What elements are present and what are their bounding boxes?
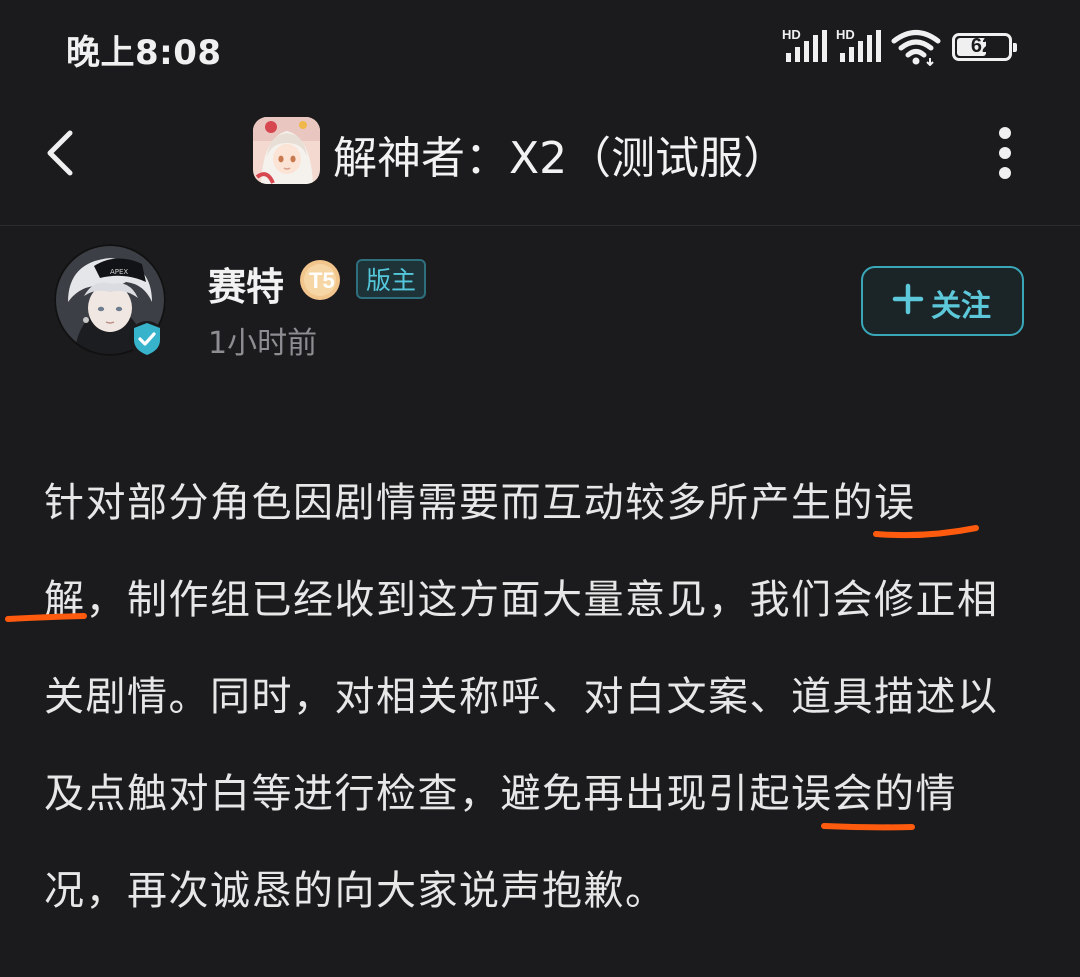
- post-line: 况，再次诚恳的向大家说声抱歉。: [44, 868, 667, 914]
- top-app-bar: 解神者：X2（测试服）: [0, 95, 1080, 226]
- follow-button[interactable]: 关注: [861, 266, 1024, 336]
- battery-level: 62: [970, 35, 994, 57]
- battery-icon: 62: [952, 33, 1017, 61]
- level-badge-icon: T5: [300, 260, 340, 300]
- post-line: 针对部分角色因剧情需要而互动较多所产生的误: [44, 480, 916, 526]
- svg-text:APEX: APEX: [110, 268, 128, 276]
- hd-label: HD: [782, 27, 801, 42]
- hd-label: HD: [836, 27, 855, 42]
- page-title: 解神者：X2（测试服）: [333, 133, 788, 184]
- verified-icon: [129, 321, 165, 357]
- status-time: 晚上8:08: [66, 33, 222, 73]
- avatar[interactable]: APEX: [54, 244, 166, 357]
- role-badge: 版主: [356, 259, 427, 299]
- chevron-left-icon[interactable]: [36, 123, 86, 183]
- signal-icon: HD: [836, 27, 882, 62]
- post-time: 1小时前: [208, 326, 318, 361]
- annotation-underline: [5, 613, 87, 622]
- signal-icon: HD: [782, 27, 828, 62]
- annotation-underline: [821, 823, 915, 831]
- game-icon[interactable]: [253, 117, 320, 184]
- plus-icon: [892, 283, 924, 315]
- annotation-underline: [873, 525, 979, 539]
- author-row: APEX 赛特 T5 版主 1小时前 关注: [0, 226, 1080, 376]
- post-line: 关剧情。同时，对相关称呼、对白文案、道具描述以: [44, 674, 999, 720]
- post-line: 解，制作组已经收到这方面大量意见，我们会修正相: [44, 577, 999, 623]
- wifi-icon: [891, 30, 941, 66]
- status-bar: 晚上8:08 HD HD 62: [0, 0, 1080, 95]
- author-name[interactable]: 赛特: [208, 256, 284, 311]
- level-badge-text: T5: [309, 268, 335, 293]
- follow-label: 关注: [931, 289, 991, 324]
- vertical-dots-icon[interactable]: [990, 125, 1020, 181]
- post-line: 及点触对白等进行检查，避免再出现引起误会的情: [44, 771, 957, 817]
